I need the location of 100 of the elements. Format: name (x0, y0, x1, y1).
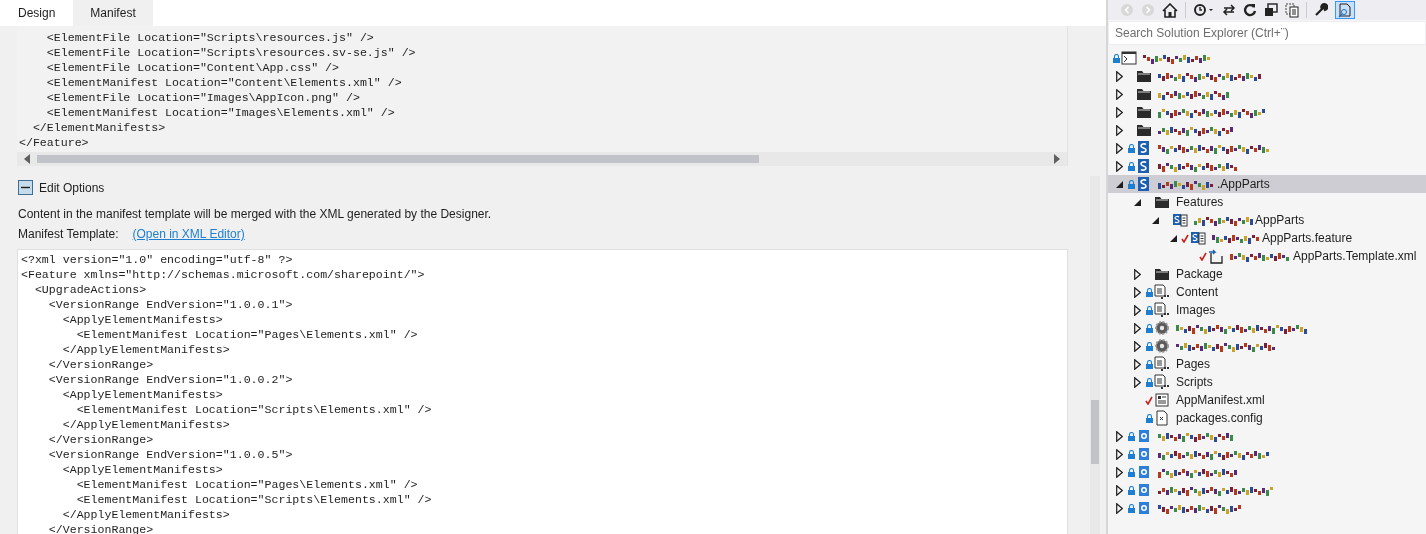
home-icon[interactable] (1162, 2, 1178, 18)
project-icon (1136, 176, 1152, 192)
scrollbar-thumb[interactable] (1091, 400, 1099, 464)
collapsed-arrow-icon[interactable] (1115, 448, 1123, 460)
collapsed-arrow-icon[interactable] (1115, 106, 1123, 118)
vertical-scrollbar[interactable] (1090, 176, 1100, 534)
collapsed-arrow-icon[interactable] (1133, 286, 1141, 298)
code-line: <VersionRange EndVersion="1.0.0.5"> (47, 447, 294, 462)
tree-item[interactable]: AppParts.Template.xml (1108, 247, 1426, 265)
item-label: Features (1176, 195, 1224, 209)
collapsed-arrow-icon[interactable] (1115, 88, 1123, 100)
tree-item[interactable]: Scripts (1108, 373, 1426, 391)
history-icon[interactable] (1193, 3, 1215, 17)
config-file-icon (1154, 410, 1170, 426)
editor-tab[interactable]: Design (0, 0, 74, 26)
collapsed-arrow-icon[interactable] (1115, 142, 1123, 154)
tree-item[interactable]: .AppParts (1108, 175, 1426, 193)
code-line: <ElementFile Location="Scripts\resources.sv-se.js" /> (45, 45, 417, 60)
folder-icon (1154, 195, 1170, 209)
collapse-all-icon[interactable] (1264, 3, 1278, 17)
collapsed-arrow-icon[interactable] (1133, 340, 1141, 352)
code-line: </ElementManifests> (31, 120, 167, 135)
description-text: Content in the manifest template will be merged with the XML generated by the Designer. (17, 206, 493, 221)
tree-item[interactable]: Features (1108, 193, 1426, 211)
project-icon (1136, 140, 1152, 156)
code-line: <ElementManifest Location="Images\Elements.xml" /> (45, 105, 396, 120)
code-line: <ElementFile Location="Images\AppIcon.png" /> (45, 90, 361, 105)
tree-item[interactable]: Package (1108, 265, 1426, 283)
collapsed-arrow-icon[interactable] (1115, 160, 1123, 172)
code-line: </VersionRange> (47, 432, 155, 447)
item-label: Scripts (1176, 375, 1213, 389)
item-label: AppParts (1255, 213, 1305, 227)
item-label: AppParts.feature (1262, 231, 1353, 245)
collapsed-arrow-icon[interactable] (1133, 304, 1141, 316)
field-label: Manifest Template: (18, 227, 119, 241)
item-label: Package (1176, 267, 1223, 281)
item-label: Pages (1176, 357, 1211, 371)
tree-item[interactable]: Pages (1108, 355, 1426, 373)
show-all-files-icon[interactable] (1285, 2, 1299, 18)
code-line: <ApplyElementManifests> (61, 312, 224, 327)
folder-icon (1136, 123, 1152, 137)
scrollbar-thumb[interactable] (37, 155, 759, 163)
expanded-arrow-icon[interactable] (1133, 198, 1141, 206)
open-editor-link[interactable]: (Open in XML Editor) (132, 227, 245, 241)
collapsed-arrow-icon[interactable] (1133, 268, 1141, 280)
preview-icon[interactable] (1335, 1, 1355, 19)
template-icon (1208, 248, 1224, 264)
collapsed-arrow-icon[interactable] (1133, 358, 1141, 370)
collapse-icon[interactable] (18, 180, 33, 195)
editor-tab[interactable]: Manifest (73, 0, 153, 26)
module-icon (1154, 284, 1170, 300)
tree-item[interactable]: AppManifest.xml (1108, 391, 1426, 409)
code-line: <ElementManifest Location="Pages\Elements.xml" /> (75, 477, 419, 492)
expanded-arrow-icon[interactable] (1115, 180, 1123, 188)
tree-item[interactable]: packages.config (1108, 409, 1426, 427)
tree-item[interactable]: AppParts (1108, 211, 1426, 229)
code-line: <ElementManifest Location="Scripts\Elements.xml" /> (75, 402, 433, 417)
manifest-template-editor[interactable] (17, 249, 1068, 534)
refresh-icon[interactable] (1243, 3, 1257, 17)
collapsed-arrow-icon[interactable] (1115, 124, 1123, 136)
project-icon (1136, 158, 1152, 174)
code-line: <UpgradeActions> (33, 282, 148, 297)
expanded-arrow-icon[interactable] (1151, 216, 1159, 224)
collapsed-arrow-icon[interactable] (1133, 322, 1141, 334)
search-field[interactable]: Search Solution Explorer (Ctrl+¨) (1108, 21, 1426, 45)
collapsed-arrow-icon[interactable] (1133, 376, 1141, 388)
sync-icon[interactable] (1222, 3, 1236, 17)
scroll-right-icon[interactable] (1053, 154, 1061, 164)
code-line: <ElementFile Location="Content\App.css" /> (45, 60, 341, 75)
code-line: <ElementManifest Location="Scripts\Elements.xml" /> (75, 492, 433, 507)
code-line: <Feature xmlns="http://schemas.microsoft.com/sharepoint/"> (21, 267, 426, 282)
code-line: <ElementManifest Location="Pages\Elements.xml" /> (75, 327, 419, 342)
folder-icon (1136, 105, 1152, 119)
collapsed-arrow-icon[interactable] (1115, 502, 1123, 514)
code-line: <?xml version="1.0" encoding="utf-8" ?> (21, 252, 294, 267)
gear-icon (1154, 338, 1170, 354)
item-label: packages.config (1176, 411, 1263, 425)
folder-icon (1136, 69, 1152, 83)
collapsed-arrow-icon[interactable] (1115, 70, 1123, 82)
item-label: AppManifest.xml (1176, 393, 1265, 407)
tree-item[interactable]: Images (1108, 301, 1426, 319)
collapsed-arrow-icon[interactable] (1115, 484, 1123, 496)
collapsed-arrow-icon[interactable] (1115, 430, 1123, 442)
item-label: Content (1176, 285, 1219, 299)
expanded-arrow-icon[interactable] (1169, 234, 1177, 242)
tree-item[interactable]: Content (1108, 283, 1426, 301)
tree-item[interactable]: AppParts.feature (1108, 229, 1426, 247)
project-icon (1136, 464, 1152, 480)
horizontal-scrollbar[interactable] (17, 152, 1067, 166)
scroll-left-icon[interactable] (23, 154, 31, 164)
feature-icon (1172, 212, 1188, 228)
code-line: </VersionRange> (47, 357, 155, 372)
project-icon (1136, 446, 1152, 462)
folder-icon (1154, 267, 1170, 281)
wrench-icon[interactable] (1314, 3, 1328, 17)
project-icon (1136, 482, 1152, 498)
collapsed-arrow-icon[interactable] (1115, 466, 1123, 478)
module-icon (1154, 302, 1170, 318)
code-line: <ElementManifest Location="Content\Elements.xml" /> (45, 75, 403, 90)
module-icon (1154, 374, 1170, 390)
